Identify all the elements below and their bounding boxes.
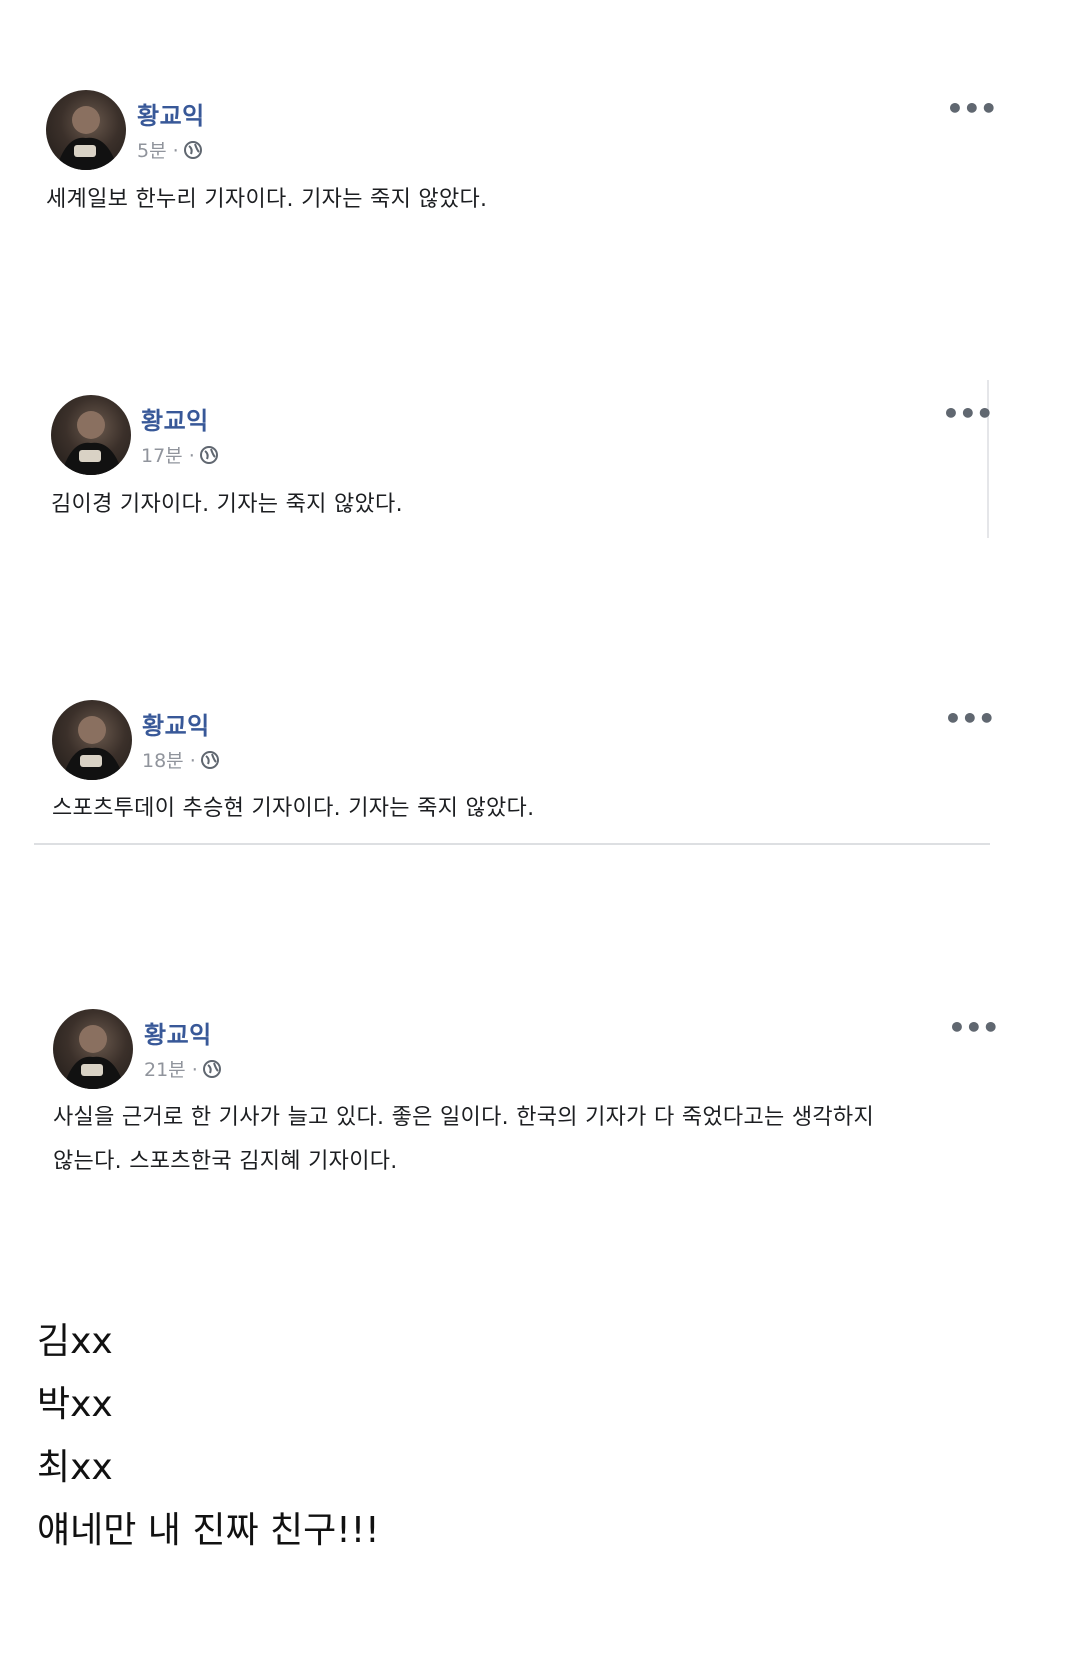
post-author[interactable]: 황교익 xyxy=(141,401,209,436)
caption-line: 최xx xyxy=(37,1447,113,1488)
time-label: 5분 · xyxy=(137,140,179,162)
more-options-icon[interactable]: ••• xyxy=(944,705,996,733)
post-text-line: 세계일보 한누리 기자이다. 기자는 죽지 않았다. xyxy=(46,187,488,212)
time-label: 21분 · xyxy=(144,1059,198,1081)
post-author[interactable]: 황교익 xyxy=(137,96,205,131)
caption-line: 김xx xyxy=(37,1321,113,1362)
avatar[interactable] xyxy=(46,90,126,170)
globe-icon xyxy=(183,140,203,160)
post-timestamp[interactable]: 17분 · xyxy=(141,441,219,468)
post-text: 사실을 근거로 한 기사가 늘고 있다. 좋은 일이다. 한국의 기자가 다 죽… xyxy=(53,1096,1013,1184)
post-text: 스포츠투데이 추승현 기자이다. 기자는 죽지 않았다. xyxy=(52,787,534,831)
caption-line: 박xx xyxy=(37,1384,113,1425)
post-text-line: 스포츠투데이 추승현 기자이다. 기자는 죽지 않았다. xyxy=(52,796,535,821)
globe-icon xyxy=(199,445,219,465)
time-label: 18분 · xyxy=(142,750,196,772)
avatar[interactable] xyxy=(51,395,131,475)
post-timestamp[interactable]: 21분 · xyxy=(144,1055,222,1082)
post-text-line: 않는다. 스포츠한국 김지혜 기자이다. xyxy=(53,1149,398,1174)
post-text-line: 김이경 기자이다. 기자는 죽지 않았다. xyxy=(51,492,403,517)
divider xyxy=(34,843,990,845)
globe-icon xyxy=(200,750,220,770)
post-author[interactable]: 황교익 xyxy=(144,1015,212,1050)
post-timestamp[interactable]: 18분 · xyxy=(142,746,220,773)
post-text: 김이경 기자이다. 기자는 죽지 않았다. xyxy=(51,483,403,527)
post-text: 세계일보 한누리 기자이다. 기자는 죽지 않았다. xyxy=(46,178,487,222)
more-options-icon[interactable]: ••• xyxy=(946,95,998,123)
caption: 김xx 박xx 최xx 얘네만 내 진짜 친구!!! xyxy=(37,1310,380,1562)
post-text-line: 사실을 근거로 한 기사가 늘고 있다. 좋은 일이다. 한국의 기자가 다 죽… xyxy=(53,1105,875,1130)
avatar[interactable] xyxy=(52,700,132,780)
time-label: 17분 · xyxy=(141,445,195,467)
post-timestamp[interactable]: 5분 · xyxy=(137,136,203,163)
post-author[interactable]: 황교익 xyxy=(142,706,210,741)
globe-icon xyxy=(202,1059,222,1079)
more-options-icon[interactable]: ••• xyxy=(948,1014,1000,1042)
caption-line: 얘네만 내 진짜 친구!!! xyxy=(37,1510,380,1551)
more-options-icon[interactable]: ••• xyxy=(942,400,994,428)
avatar[interactable] xyxy=(53,1009,133,1089)
